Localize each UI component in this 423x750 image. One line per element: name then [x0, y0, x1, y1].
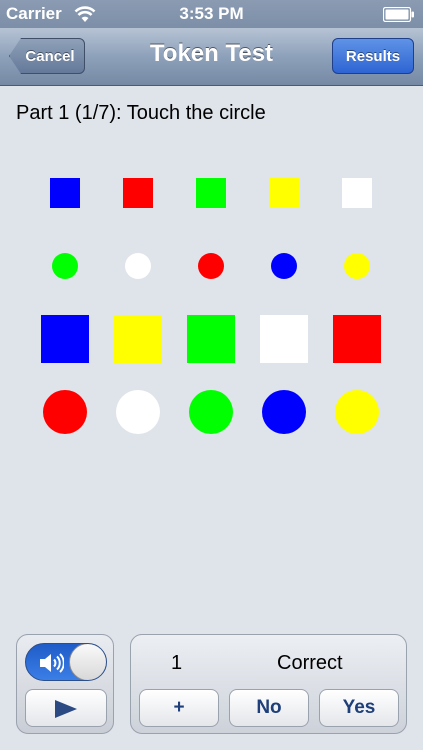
answer-panel: 1 Correct + No Yes	[130, 634, 407, 734]
token-large-red-square[interactable]	[333, 315, 381, 363]
status-bar: Carrier 3:53 PM	[0, 0, 423, 28]
answer-status: Correct	[277, 652, 343, 674]
token-large-red-circle[interactable]	[43, 390, 87, 434]
token-large-green-circle[interactable]	[189, 390, 233, 434]
play-button[interactable]	[25, 689, 107, 727]
token-small-green-square[interactable]	[196, 178, 226, 208]
token-small-yellow-square[interactable]	[269, 178, 299, 208]
token-small-yellow-circle[interactable]	[344, 253, 370, 279]
toggle-knob[interactable]	[69, 644, 106, 680]
navigation-bar: Cancel Token Test Results	[0, 28, 423, 86]
sound-panel	[16, 634, 114, 734]
sound-toggle[interactable]	[25, 643, 107, 681]
token-large-green-square[interactable]	[187, 315, 235, 363]
token-large-blue-circle[interactable]	[262, 390, 306, 434]
token-large-blue-square[interactable]	[41, 315, 89, 363]
token-small-blue-circle[interactable]	[271, 253, 297, 279]
speaker-icon	[40, 653, 64, 673]
token-small-white-circle[interactable]	[125, 253, 151, 279]
plus-button[interactable]: +	[139, 689, 219, 727]
yes-button[interactable]: Yes	[319, 689, 399, 727]
play-icon	[55, 700, 77, 718]
token-small-white-square[interactable]	[342, 178, 372, 208]
token-large-yellow-circle[interactable]	[335, 390, 379, 434]
token-small-blue-square[interactable]	[50, 178, 80, 208]
token-large-white-circle[interactable]	[116, 390, 160, 434]
token-small-red-circle[interactable]	[198, 253, 224, 279]
status-time: 3:53 PM	[179, 4, 244, 23]
battery-icon	[383, 7, 414, 22]
token-large-white-square[interactable]	[260, 315, 308, 363]
instruction-text: Part 1 (1/7): Touch the circle	[16, 102, 266, 124]
token-small-green-circle[interactable]	[52, 253, 78, 279]
token-large-yellow-square[interactable]	[114, 315, 162, 363]
results-button[interactable]: Results	[332, 38, 414, 74]
no-button[interactable]: No	[229, 689, 309, 727]
answer-count: 1	[171, 652, 183, 674]
token-small-red-square[interactable]	[123, 178, 153, 208]
